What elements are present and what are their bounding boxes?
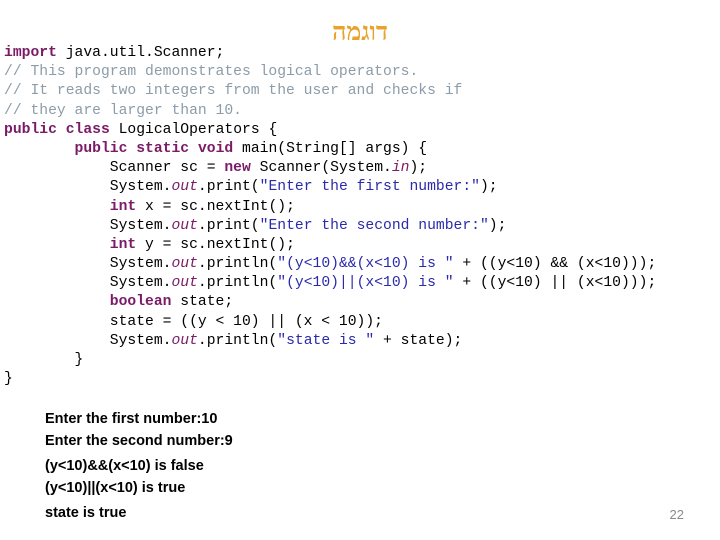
code-token-cmt: // It reads two integers from the user a… bbox=[4, 83, 463, 100]
console-output: Enter the first number:10 Enter the secon… bbox=[45, 408, 465, 524]
console-line: (y<10)&&(x<10) is false bbox=[45, 458, 204, 474]
console-line: Enter the second number:9 bbox=[45, 433, 233, 449]
code-token-pln bbox=[127, 141, 136, 157]
console-line: Enter the first number:10 bbox=[45, 411, 218, 427]
code-token-pln: } bbox=[4, 352, 84, 368]
code-token-pln bbox=[4, 199, 110, 215]
code-line: boolean state; bbox=[4, 293, 720, 312]
code-token-pln: + ((y<10) && (x<10))); bbox=[453, 256, 657, 273]
code-line: } bbox=[4, 351, 720, 370]
console-line: (y<10)||(x<10) is true bbox=[45, 480, 186, 496]
code-token-pln bbox=[4, 141, 75, 157]
code-token-pln: + state); bbox=[374, 332, 463, 349]
code-line: System.out.println("(y<10)||(x<10) is " … bbox=[4, 274, 720, 293]
code-token-pln: state = ((y < 10) || (x < 10)); bbox=[4, 313, 383, 330]
code-token-pln: Scanner sc = bbox=[4, 160, 225, 177]
code-token-pln bbox=[4, 294, 110, 310]
code-token-fld: out bbox=[171, 256, 198, 273]
slide-title: דוגמה bbox=[332, 19, 388, 46]
code-token-cmt: // This program demonstrates logical ope… bbox=[4, 64, 419, 81]
code-line: System.out.println("state is " + state); bbox=[4, 332, 720, 351]
code-token-pln: x = sc.nextInt(); bbox=[136, 198, 295, 215]
code-line: System.out.print("Enter the second numbe… bbox=[4, 217, 720, 236]
code-token-kw: int bbox=[109, 236, 137, 253]
code-token-fld: out bbox=[171, 179, 198, 196]
code-token-pln: + ((y<10) || (x<10))); bbox=[453, 275, 657, 292]
code-token-pln: .println( bbox=[197, 332, 278, 349]
code-token-pln: ); bbox=[479, 179, 498, 196]
code-token-pln: main(String[] args) { bbox=[233, 140, 428, 157]
code-token-pln: .print( bbox=[197, 217, 260, 234]
code-token-str: "(y<10)||(x<10) is " bbox=[277, 275, 454, 292]
code-token-kw: public bbox=[4, 121, 57, 138]
code-token-pln: .print( bbox=[197, 179, 260, 196]
code-line: public class LogicalOperators { bbox=[4, 121, 720, 140]
code-line: int x = sc.nextInt(); bbox=[4, 198, 720, 217]
code-token-str: "(y<10)&&(x<10) is " bbox=[277, 256, 454, 273]
code-token-fld: out bbox=[171, 275, 198, 292]
code-token-fld: out bbox=[171, 332, 198, 349]
code-line: import java.util.Scanner; bbox=[4, 44, 720, 63]
code-token-pln: Scanner(System. bbox=[250, 160, 392, 177]
code-token-pln: System. bbox=[4, 179, 172, 196]
code-token-pln: System. bbox=[4, 217, 172, 234]
code-line: // It reads two integers from the user a… bbox=[4, 82, 720, 101]
code-token-kw: new bbox=[224, 160, 251, 177]
code-token-kw: static bbox=[136, 140, 190, 157]
code-line: // This program demonstrates logical ope… bbox=[4, 63, 720, 82]
code-token-pln: System. bbox=[4, 275, 172, 292]
code-token-fld: in bbox=[391, 160, 410, 177]
code-token-kw: int bbox=[109, 198, 137, 215]
code-token-str: "state is " bbox=[277, 332, 375, 349]
code-line: // they are larger than 10. bbox=[4, 102, 720, 121]
code-token-pln: java.util.Scanner; bbox=[56, 45, 225, 61]
code-token-pln bbox=[57, 122, 66, 138]
code-token-pln bbox=[189, 141, 198, 157]
code-token-kw: public bbox=[74, 140, 128, 157]
code-line: int y = sc.nextInt(); bbox=[4, 236, 720, 255]
code-token-pln: y = sc.nextInt(); bbox=[136, 236, 295, 253]
code-token-fld: out bbox=[171, 217, 198, 234]
code-line: System.out.print("Enter the first number… bbox=[4, 178, 720, 197]
code-token-str: "Enter the second number:" bbox=[259, 217, 489, 234]
code-token-pln: .println( bbox=[197, 256, 278, 273]
code-line: state = ((y < 10) || (x < 10)); bbox=[4, 313, 720, 332]
code-line: Scanner sc = new Scanner(System.in); bbox=[4, 159, 720, 178]
code-token-pln: System. bbox=[4, 332, 172, 349]
code-token-pln: state; bbox=[171, 294, 234, 311]
code-token-str: "Enter the first number:" bbox=[259, 179, 480, 196]
code-token-kw: class bbox=[65, 121, 110, 138]
code-line: } bbox=[4, 370, 720, 389]
code-token-pln bbox=[4, 237, 110, 253]
console-line: state is true bbox=[45, 505, 127, 521]
code-token-pln: ); bbox=[409, 160, 428, 177]
code-token-kw: import bbox=[4, 45, 57, 61]
code-listing: import java.util.Scanner;// This program… bbox=[4, 44, 720, 389]
code-line: public static void main(String[] args) { bbox=[4, 140, 720, 159]
code-token-kw: boolean bbox=[109, 294, 172, 311]
page-number: 22 bbox=[669, 507, 684, 522]
code-token-pln: } bbox=[4, 371, 13, 388]
code-token-pln: System. bbox=[4, 256, 172, 273]
code-token-pln: LogicalOperators { bbox=[109, 121, 278, 138]
code-line: System.out.println("(y<10)&&(x<10) is " … bbox=[4, 255, 720, 274]
code-token-pln: .println( bbox=[197, 275, 278, 292]
code-token-pln: ); bbox=[488, 217, 507, 234]
code-token-kw: void bbox=[197, 140, 234, 157]
code-token-cmt: // they are larger than 10. bbox=[4, 102, 242, 119]
